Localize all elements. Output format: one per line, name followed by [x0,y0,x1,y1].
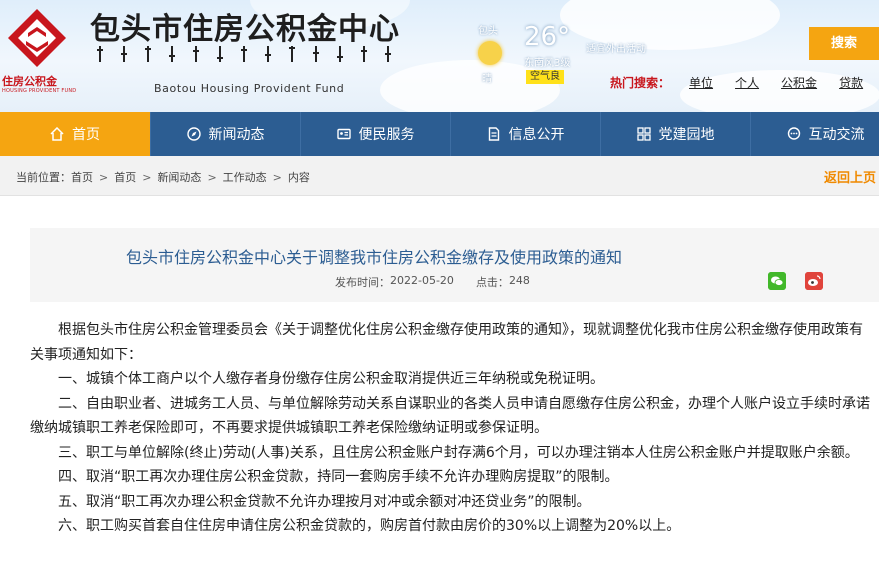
nav-item-label: 互动交流 [808,127,865,143]
article-paragraph: 一、城镇个体工商户以个人缴存者身份缴存住房公积金取消提供近三年纳税或免税证明。 [58,371,604,387]
breadcrumb-item[interactable]: 首页 [71,169,93,185]
grid-icon [636,127,651,141]
hot-search-link[interactable]: 单位 [689,74,713,91]
weather-city: 包头 [478,26,498,37]
id-card-icon [336,128,351,140]
back-button[interactable]: 返回上页 [824,167,876,186]
weibo-share-icon[interactable] [805,272,823,290]
site-header: 住房公积金 HOUSING PROVIDENT FUND 包头市住房公积金中心 … [0,0,879,112]
publish-date: 2022-05-20 [390,274,454,287]
aqi-badge: 空气良 [526,70,564,84]
site-title: 包头市住房公积金中心 [90,12,400,47]
hot-search-link[interactable]: 贷款 [839,74,863,91]
nav-item-label: 便民服务 [358,127,415,143]
hot-search: 热门搜索： 单位 个人 公积金 贷款 [610,72,874,92]
article-paragraph: 二、自由职业者、进城务工人员、与单位解除劳动关系自谋职业的各类人员申请自愿缴存住… [30,395,870,437]
article-paragraph: 六、职工购买首套自住住房申请住房公积金贷款的，购房首付款由房价的30%以上调整为… [58,518,681,534]
article-header: 包头市住房公积金中心关于调整我市住房公积金缴存及使用政策的通知 发布时间： 20… [30,228,879,302]
nav-item-disclosure[interactable]: 信息公开 [450,112,600,156]
hot-search-label: 热门搜索： [610,75,671,90]
nav-item-label: 信息公开 [508,127,565,143]
nav-item-party-building[interactable]: 党建园地 [600,112,750,156]
document-icon [488,127,499,141]
breadcrumb-separator-icon: > [272,170,282,184]
logo-caption: 住房公积金 [2,75,57,88]
nav-item-label: 新闻动态 [208,127,265,143]
breadcrumb-item[interactable]: 工作动态 [223,169,267,185]
article-paragraph: 根据包头市住房公积金管理委员会《关于调整优化住房公积金缴存使用政策的通知》，现就… [30,322,863,363]
breadcrumb-separator-icon: > [99,170,109,184]
date-label: 发布时间： [335,276,390,289]
article-paragraph: 三、职工与单位解除(终止)劳动(人事)关系，且住房公积金账户封存满6个月，可以办… [58,444,859,461]
breadcrumb-item-current: 内容 [287,171,310,184]
nav-item-label: 首页 [72,127,100,143]
main-nav: 首页 新闻动态 便民服务 信息公开 党建园地 互动交流 [0,112,879,156]
compass-icon [186,127,201,141]
article-title: 包头市住房公积金中心关于调整我市住房公积金缴存及使用政策的通知 [125,248,622,267]
breadcrumb-separator-icon: > [207,170,217,184]
article-paragraph: 五、取消“职工再次办理公积金贷款不允许办理按月对冲或余额对冲还贷业务”的限制。 [58,493,591,510]
logo-caption-en: HOUSING PROVIDENT FUND [2,88,77,94]
views-label: 点击： [475,276,509,289]
logo-icon[interactable] [6,7,68,69]
search-button[interactable]: 搜索 [809,27,879,60]
hot-search-link[interactable]: 公积金 [781,74,817,91]
breadcrumb: 当前位置： 首页 > 首页 > 新闻动态 > 工作动态 > 内容 [16,169,310,185]
hot-search-link[interactable]: 个人 [735,74,759,91]
weather-condition: 晴 [482,74,492,85]
wechat-share-icon[interactable] [768,272,786,290]
site-title-en: Baotou Housing Provident Fund [154,82,345,95]
breadcrumb-label: 当前位置： [16,171,71,184]
breadcrumb-item[interactable]: 首页 [114,169,136,185]
view-count: 248 [508,274,530,287]
breadcrumb-separator-icon: > [142,170,152,184]
search-input[interactable] [608,32,808,56]
chat-icon [787,127,800,140]
weather-temperature: 26° [524,22,571,52]
mongolian-script-logo [97,46,391,62]
nav-item-label: 党建园地 [658,127,715,143]
nav-item-home[interactable]: 首页 [0,112,150,156]
article-paragraph: 四、取消“职工再次办理住房公积金贷款，持同一套购房手续不允许办理购房提取”的限制… [58,469,619,485]
nav-item-services[interactable]: 便民服务 [300,112,450,156]
breadcrumb-bar: 当前位置： 首页 > 首页 > 新闻动态 > 工作动态 > 内容 返回上页 [0,156,879,196]
nav-item-news[interactable]: 新闻动态 [150,112,300,156]
nav-item-interaction[interactable]: 互动交流 [750,112,879,156]
sun-icon [478,41,502,65]
article-meta: 发布时间： 2022-05-20 点击： 248 [335,274,530,290]
weather-wind: 东南风3级 [524,58,571,69]
breadcrumb-item[interactable]: 新闻动态 [157,169,201,185]
article-body: 根据包头市住房公积金管理委员会《关于调整优化住房公积金缴存使用政策的通知》，现就… [30,318,874,539]
home-icon [50,127,64,141]
